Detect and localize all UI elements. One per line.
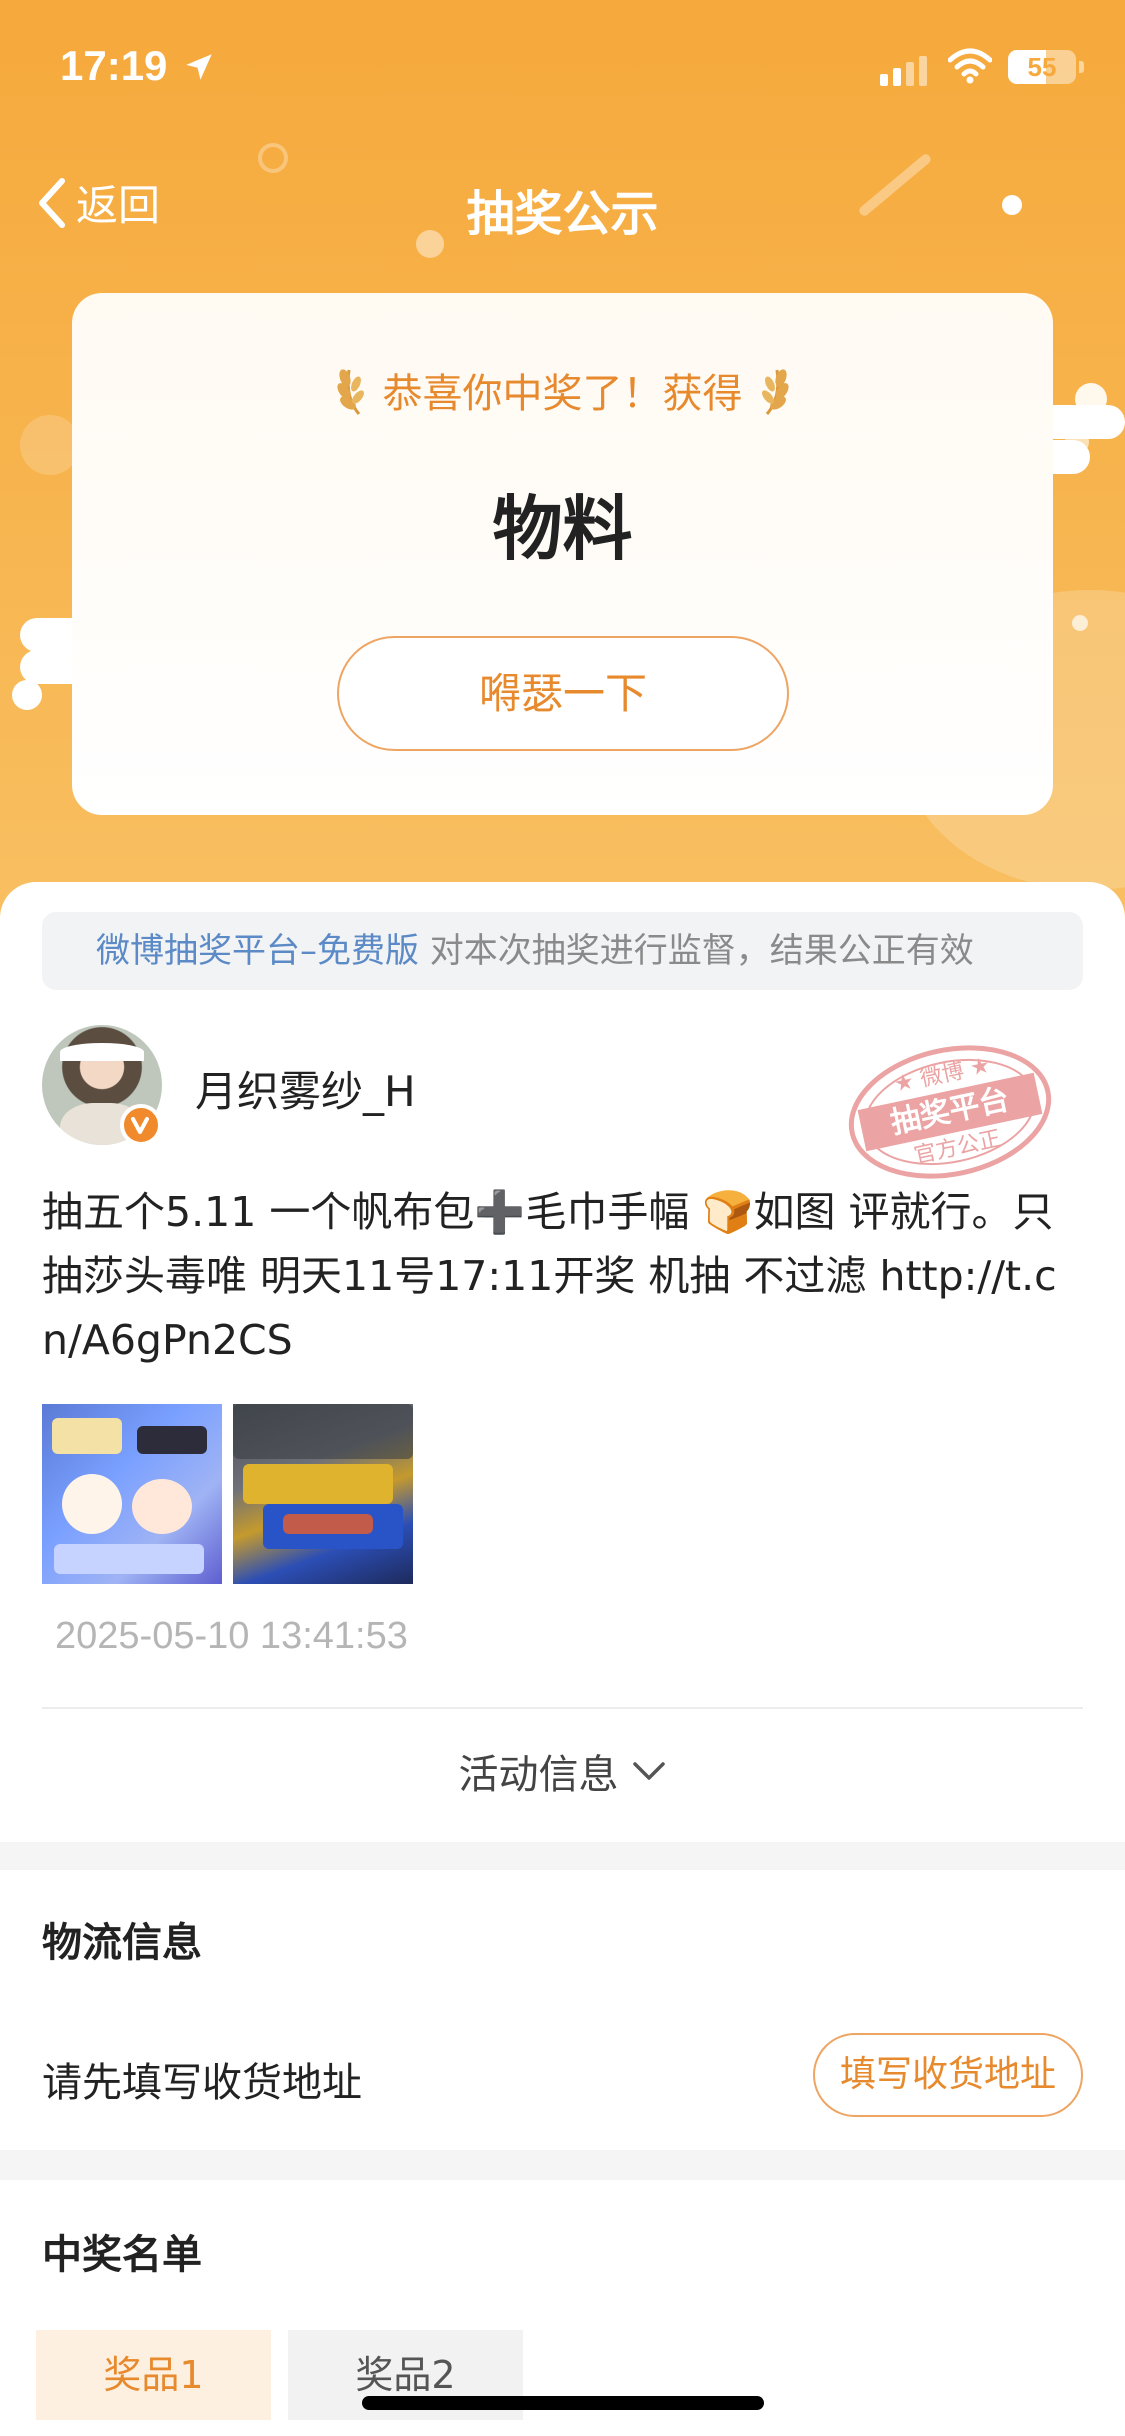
location-arrow-icon	[186, 54, 212, 80]
notice-text: 对本次抽奖进行监督，结果公正有效	[419, 931, 974, 971]
post-image-2[interactable]	[233, 1404, 413, 1584]
tab-prize-1[interactable]: 奖品1	[36, 2330, 271, 2420]
divider	[42, 1707, 1083, 1709]
activity-info-label: 活动信息	[458, 1752, 619, 1798]
nav-bar: 返回 抽奖公示	[0, 150, 1125, 250]
prize-card: 恭喜你中奖了！获得 物料 嘚瑟一下	[72, 293, 1053, 815]
laurel-left-icon	[336, 369, 364, 415]
status-bar: 17:19 55	[0, 0, 1125, 140]
platform-link[interactable]: 微博抽奖平台–免费版	[96, 931, 419, 971]
post-text: 抽五个5.11 一个帆布包➕毛巾手幅 🍞如图 评就行。只抽莎头毒唯 明天11号1…	[42, 1188, 1057, 1364]
wifi-icon	[948, 48, 992, 84]
activity-info-toggle[interactable]: 活动信息	[0, 1742, 1125, 1800]
home-indicator[interactable]	[362, 2396, 764, 2410]
congrats-text: 恭喜你中奖了！获得	[382, 371, 743, 417]
signal-icon	[880, 52, 927, 86]
post-timestamp: 2025-05-10 13:41:53	[55, 1615, 408, 1657]
laurel-right-icon	[761, 369, 789, 415]
share-button[interactable]: 嘚瑟一下	[337, 636, 789, 751]
status-time: 17:19	[60, 42, 168, 89]
notice-bar: 微博抽奖平台–免费版 对本次抽奖进行监督，结果公正有效	[42, 912, 1083, 990]
congrats-row: 恭喜你中奖了！获得	[72, 361, 1053, 419]
lottery-platform-stamp: ★ 微博 ★ 抽奖平台 官方公正	[848, 1045, 1052, 1179]
battery-icon: 55	[1008, 50, 1084, 84]
logistics-title: 物流信息	[42, 1920, 202, 1966]
page-title: 抽奖公示	[466, 186, 659, 242]
fill-address-button[interactable]: 填写收货地址	[813, 2033, 1083, 2117]
post-card: 微博抽奖平台–免费版 对本次抽奖进行监督，结果公正有效 月织雾纱_H ★ 微博 …	[0, 882, 1125, 1842]
battery-level: 55	[1027, 52, 1057, 82]
verified-badge-icon	[120, 1104, 162, 1146]
decor-dot	[20, 415, 80, 475]
address-prompt: 请先填写收货地址	[42, 2060, 362, 2106]
prize-name: 物料	[492, 488, 633, 570]
username[interactable]: 月织雾纱_H	[195, 1058, 416, 1119]
logistics-section: 物流信息 请先填写收货地址 填写收货地址	[0, 1870, 1125, 2150]
decor-dot	[12, 680, 42, 710]
post-image-1[interactable]	[42, 1404, 222, 1584]
chevron-down-icon	[632, 1762, 665, 1780]
winners-title: 中奖名单	[42, 2232, 202, 2278]
